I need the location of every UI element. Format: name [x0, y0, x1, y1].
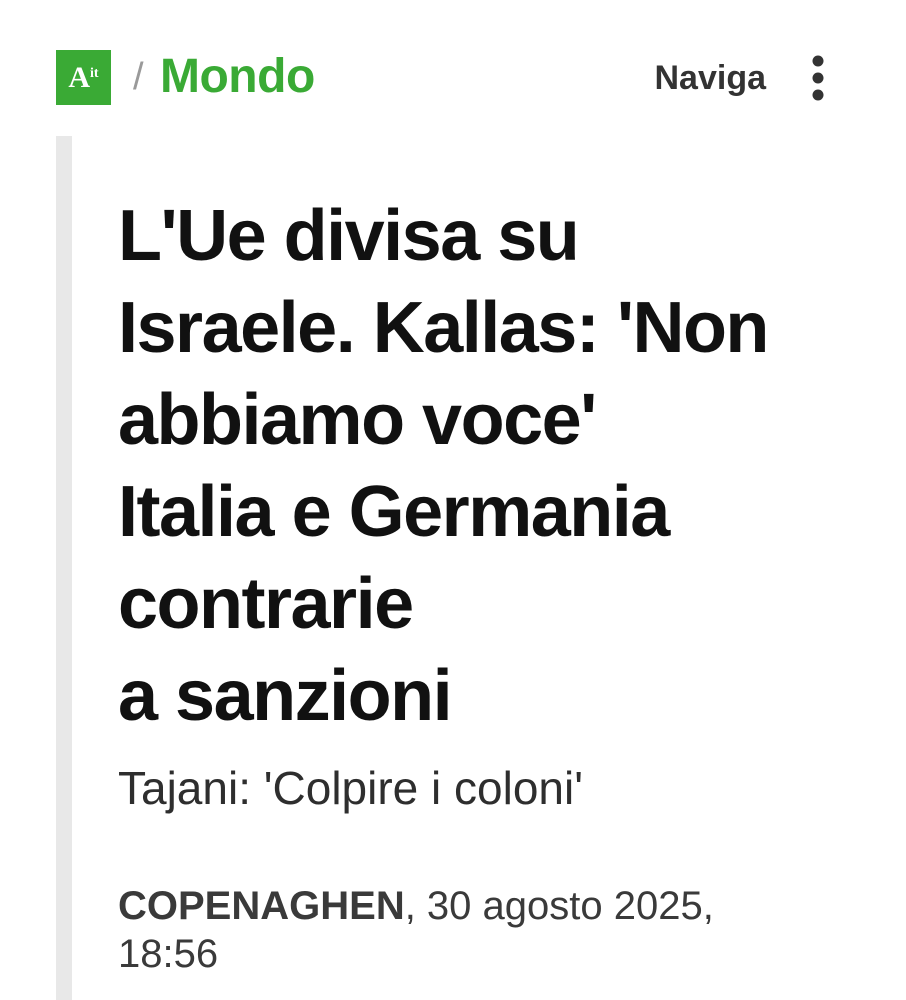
section-link-mondo[interactable]: Mondo [160, 48, 315, 106]
headline-line: abbiamo voce' [118, 380, 597, 460]
dateline-time: 18:56 [118, 932, 219, 976]
headline-line: L'Ue divisa su [118, 196, 580, 276]
headline-line: a sanzioni [118, 656, 453, 736]
article-subtitle: Tajani: 'Colpire i coloni' [118, 762, 584, 814]
breadcrumb-separator: / [133, 56, 144, 98]
article: L'Ue divisa su Israele. Kallas: 'Non abb… [56, 136, 906, 1000]
article-accent-bar [56, 136, 72, 1000]
headline-line: Israele. Kallas: 'Non [118, 288, 769, 368]
dateline-date: , 30 agosto 2025, [404, 884, 714, 928]
headline-line: Italia e Germania [118, 472, 670, 552]
headline-line: contrarie [118, 564, 414, 644]
dateline-city: COPENAGHEN [118, 884, 405, 928]
naviga-button[interactable]: Naviga [655, 56, 767, 100]
logo-letter: A [68, 60, 91, 94]
logo-suffix: it [90, 65, 99, 81]
site-header: A it / Mondo Naviga [0, 0, 906, 130]
article-headline: L'Ue divisa su Israele. Kallas: 'Non abb… [118, 190, 858, 742]
site-logo[interactable]: A it [56, 50, 111, 105]
more-vertical-icon[interactable] [806, 55, 830, 101]
article-dateline: COPENAGHEN, 30 agosto 2025, 18:56 [118, 882, 838, 978]
